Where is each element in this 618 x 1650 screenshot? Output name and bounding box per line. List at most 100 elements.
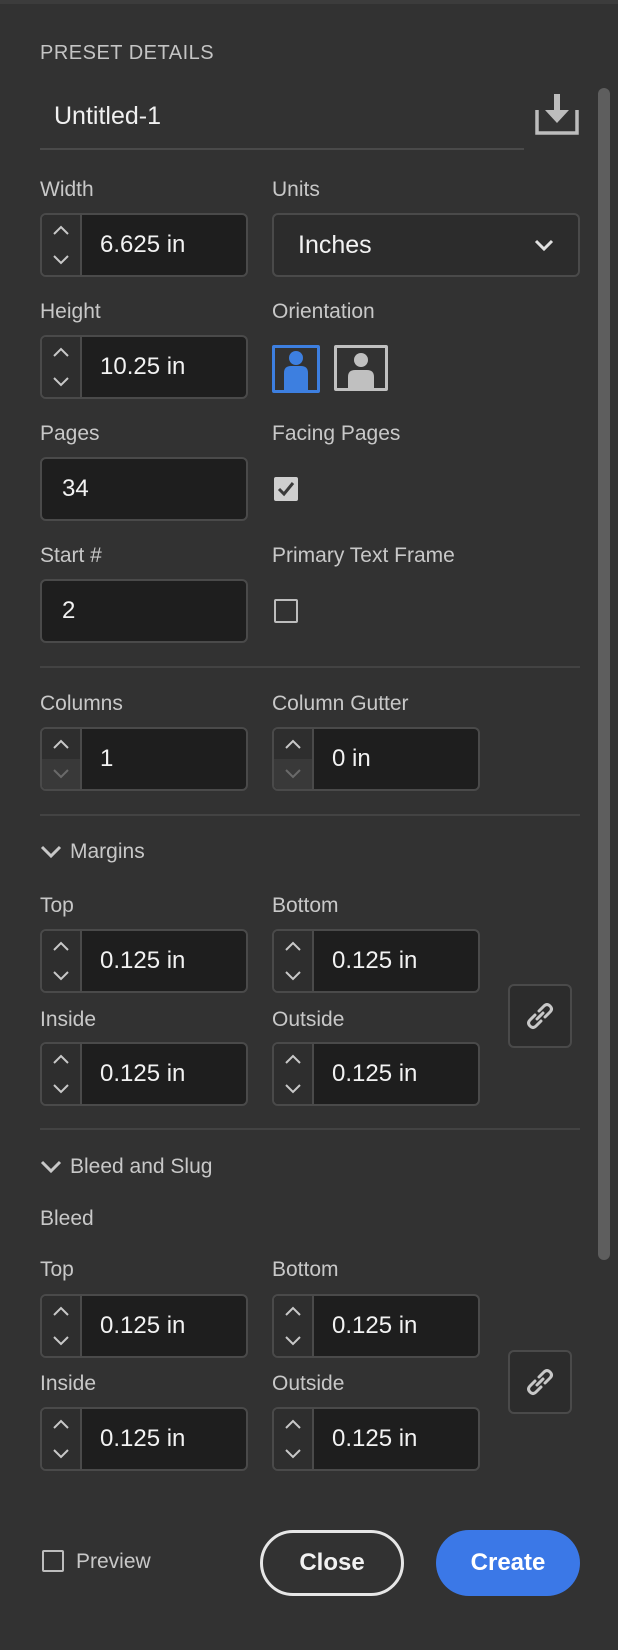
chevron-down-icon[interactable] (42, 245, 80, 275)
margin-outside-label: Outside (272, 1008, 345, 1031)
bleed-top-field[interactable]: 0.125 in (40, 1294, 248, 1358)
bleed-outside-stepper[interactable] (274, 1409, 314, 1469)
column-gutter-value: 0 in (332, 745, 371, 772)
margin-bottom-value: 0.125 in (332, 947, 418, 974)
portrait-icon (284, 351, 308, 390)
margin-top-field[interactable]: 0.125 in (40, 929, 248, 993)
bleed-outside-value: 0.125 in (332, 1425, 418, 1452)
columns-stepper[interactable] (42, 729, 82, 789)
document-name-input[interactable]: Untitled-1 (40, 88, 524, 150)
columns-label: Columns (40, 692, 123, 715)
column-gutter-label: Column Gutter (272, 692, 409, 715)
bleed-top-stepper[interactable] (42, 1296, 82, 1356)
columns-field[interactable]: 1 (40, 727, 248, 791)
landscape-orientation-button[interactable] (334, 345, 388, 391)
margin-outside-stepper[interactable] (274, 1044, 314, 1104)
chevron-down-icon[interactable] (274, 1326, 312, 1356)
bleed-bottom-stepper[interactable] (274, 1296, 314, 1356)
chevron-up-icon[interactable] (42, 729, 80, 759)
orientation-label: Orientation (272, 300, 375, 323)
divider (40, 666, 580, 668)
preview-checkbox[interactable] (42, 1550, 64, 1572)
width-field[interactable]: 6.625 in (40, 213, 248, 277)
pages-value: 34 (62, 475, 89, 502)
section-title: PRESET DETAILS (40, 42, 215, 64)
bleed-outside-field[interactable]: 0.125 in (272, 1407, 480, 1471)
landscape-icon (348, 353, 374, 388)
margin-inside-value: 0.125 in (100, 1060, 186, 1087)
units-value: Inches (298, 231, 372, 259)
pages-label: Pages (40, 422, 100, 445)
bleed-slug-title: Bleed and Slug (70, 1155, 213, 1178)
margins-toggle[interactable]: Margins (40, 840, 145, 864)
chevron-up-icon[interactable] (274, 1409, 312, 1439)
height-field[interactable]: 10.25 in (40, 335, 248, 399)
chevron-up-icon[interactable] (42, 1296, 80, 1326)
chevron-down-icon[interactable] (42, 1439, 80, 1469)
primary-text-frame-checkbox[interactable] (274, 599, 298, 623)
start-number-value: 2 (62, 597, 76, 624)
chevron-up-icon[interactable] (42, 337, 80, 367)
chevron-down-icon[interactable] (42, 367, 80, 397)
margin-bottom-stepper[interactable] (274, 931, 314, 991)
width-stepper[interactable] (42, 215, 82, 275)
column-gutter-stepper[interactable] (274, 729, 314, 789)
save-preset-button[interactable] (534, 92, 580, 136)
chevron-up-icon[interactable] (274, 729, 312, 759)
bleed-inside-field[interactable]: 0.125 in (40, 1407, 248, 1471)
column-gutter-field[interactable]: 0 in (272, 727, 480, 791)
primary-text-frame-label: Primary Text Frame (272, 544, 455, 567)
bleed-link-button[interactable] (508, 1350, 572, 1414)
chevron-up-icon[interactable] (274, 931, 312, 961)
width-label: Width (40, 178, 94, 201)
margin-bottom-field[interactable]: 0.125 in (272, 929, 480, 993)
chevron-down-icon[interactable] (42, 759, 80, 789)
units-select[interactable]: Inches (272, 213, 580, 277)
margin-outside-field[interactable]: 0.125 in (272, 1042, 480, 1106)
columns-value: 1 (100, 745, 114, 772)
height-stepper[interactable] (42, 337, 82, 397)
margin-top-value: 0.125 in (100, 947, 186, 974)
bleed-inside-stepper[interactable] (42, 1409, 82, 1469)
margin-inside-field[interactable]: 0.125 in (40, 1042, 248, 1106)
chevron-up-icon[interactable] (42, 1409, 80, 1439)
margin-outside-value: 0.125 in (332, 1060, 418, 1087)
start-number-input[interactable]: 2 (40, 579, 248, 643)
bleed-outside-label: Outside (272, 1372, 345, 1395)
bleed-label: Bleed (40, 1207, 94, 1230)
chevron-up-icon[interactable] (42, 215, 80, 245)
margins-link-button[interactable] (508, 984, 572, 1048)
top-border (0, 0, 618, 4)
chevron-down-icon[interactable] (42, 1074, 80, 1104)
chevron-up-icon[interactable] (274, 1044, 312, 1074)
chevron-up-icon[interactable] (42, 931, 80, 961)
chevron-up-icon[interactable] (274, 1296, 312, 1326)
margins-title: Margins (70, 840, 145, 863)
chevron-up-icon[interactable] (42, 1044, 80, 1074)
bleed-inside-value: 0.125 in (100, 1425, 186, 1452)
bleed-slug-toggle[interactable]: Bleed and Slug (40, 1155, 212, 1179)
margin-inside-label: Inside (40, 1008, 97, 1031)
bleed-inside-label: Inside (40, 1372, 97, 1395)
divider (40, 1128, 580, 1130)
link-icon (527, 1369, 553, 1395)
chevron-down-icon[interactable] (42, 1326, 80, 1356)
facing-pages-checkbox[interactable] (274, 477, 298, 501)
chevron-down-icon[interactable] (42, 961, 80, 991)
margin-inside-stepper[interactable] (42, 1044, 82, 1104)
chevron-down-icon[interactable] (274, 1074, 312, 1104)
create-button[interactable]: Create (436, 1530, 580, 1596)
start-number-label: Start # (40, 544, 102, 567)
facing-pages-label: Facing Pages (272, 422, 401, 445)
chevron-down-icon[interactable] (274, 961, 312, 991)
pages-input[interactable]: 34 (40, 457, 248, 521)
close-button[interactable]: Close (260, 1530, 404, 1596)
chevron-down-icon (40, 845, 62, 859)
scrollbar[interactable] (598, 88, 610, 1260)
portrait-orientation-button[interactable] (272, 345, 320, 393)
preview-label: Preview (76, 1550, 151, 1573)
bleed-bottom-field[interactable]: 0.125 in (272, 1294, 480, 1358)
chevron-down-icon[interactable] (274, 759, 312, 789)
chevron-down-icon[interactable] (274, 1439, 312, 1469)
margin-top-stepper[interactable] (42, 931, 82, 991)
